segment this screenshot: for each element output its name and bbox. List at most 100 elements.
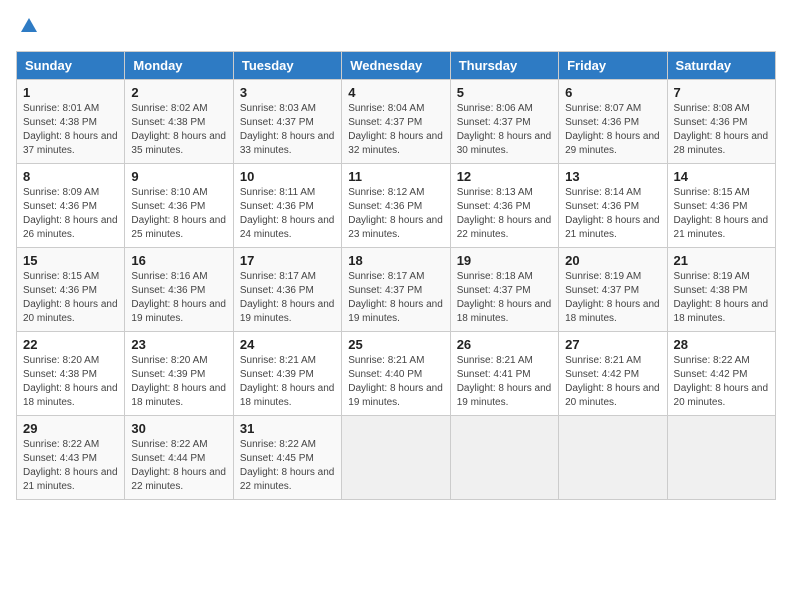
table-row: 31 Sunrise: 8:22 AM Sunset: 4:45 PM Dayli… [233,416,341,500]
table-row: 13 Sunrise: 8:14 AM Sunset: 4:36 PM Dayli… [559,164,667,248]
table-row [667,416,775,500]
table-row: 22 Sunrise: 8:20 AM Sunset: 4:38 PM Dayli… [17,332,125,416]
table-row: 29 Sunrise: 8:22 AM Sunset: 4:43 PM Dayli… [17,416,125,500]
table-row: 21Sunrise: 8:19 AM Sunset: 4:38 PM Dayli… [667,248,775,332]
day-info: Sunrise: 8:06 AM Sunset: 4:37 PM Dayligh… [457,102,552,158]
header-day-wednesday: Wednesday [342,52,450,80]
table-row: 23 Sunrise: 8:20 AM Sunset: 4:39 PM Dayli… [125,332,233,416]
day-info: Sunrise: 8:22 AM Sunset: 4:44 PM Dayligh… [131,438,226,494]
day-number: 19 [457,253,552,268]
day-info: Sunrise: 8:22 AM Sunset: 4:45 PM Dayligh… [240,438,335,494]
day-info: Sunrise: 8:15 AM Sunset: 4:36 PM Dayligh… [23,270,118,326]
table-row: 27 Sunrise: 8:21 AM Sunset: 4:42 PM Dayli… [559,332,667,416]
day-info: Sunrise: 8:20 AM Sunset: 4:39 PM Dayligh… [131,354,226,410]
day-number: 1 [23,85,118,100]
table-row: 18 Sunrise: 8:17 AM Sunset: 4:37 PM Dayli… [342,248,450,332]
day-info: Sunrise: 8:09 AM Sunset: 4:36 PM Dayligh… [23,186,118,242]
table-row: 16 Sunrise: 8:16 AM Sunset: 4:36 PM Dayli… [125,248,233,332]
day-number: 21 [674,253,769,268]
calendar-week-row: 15 Sunrise: 8:15 AM Sunset: 4:36 PM Dayli… [17,248,776,332]
calendar-week-row: 29 Sunrise: 8:22 AM Sunset: 4:43 PM Dayli… [17,416,776,500]
table-row [342,416,450,500]
day-number: 16 [131,253,226,268]
day-number: 27 [565,337,660,352]
day-number: 31 [240,421,335,436]
day-number: 3 [240,85,335,100]
table-row: 1 Sunrise: 8:01 AM Sunset: 4:38 PM Daylig… [17,80,125,164]
day-info: Sunrise: 8:17 AM Sunset: 4:37 PM Dayligh… [348,270,443,326]
day-number: 12 [457,169,552,184]
day-number: 20 [565,253,660,268]
day-info: Sunrise: 8:21 AM Sunset: 4:40 PM Dayligh… [348,354,443,410]
day-number: 7 [674,85,769,100]
day-number: 26 [457,337,552,352]
header-day-friday: Friday [559,52,667,80]
day-number: 4 [348,85,443,100]
day-info: Sunrise: 8:08 AM Sunset: 4:36 PM Dayligh… [674,102,769,158]
calendar-header-row: SundayMondayTuesdayWednesdayThursdayFrid… [17,52,776,80]
day-info: Sunrise: 8:22 AM Sunset: 4:43 PM Dayligh… [23,438,118,494]
day-info: Sunrise: 8:11 AM Sunset: 4:36 PM Dayligh… [240,186,335,242]
day-number: 10 [240,169,335,184]
day-number: 6 [565,85,660,100]
day-number: 18 [348,253,443,268]
calendar-body: 1 Sunrise: 8:01 AM Sunset: 4:38 PM Daylig… [17,80,776,500]
header-day-saturday: Saturday [667,52,775,80]
table-row: 9Sunrise: 8:10 AM Sunset: 4:36 PM Daylig… [125,164,233,248]
day-info: Sunrise: 8:15 AM Sunset: 4:36 PM Dayligh… [674,186,769,242]
header [16,16,776,41]
table-row: 30 Sunrise: 8:22 AM Sunset: 4:44 PM Dayli… [125,416,233,500]
day-info: Sunrise: 8:18 AM Sunset: 4:37 PM Dayligh… [457,270,552,326]
table-row: 2 Sunrise: 8:02 AM Sunset: 4:38 PM Daylig… [125,80,233,164]
day-number: 13 [565,169,660,184]
day-number: 14 [674,169,769,184]
table-row: 3 Sunrise: 8:03 AM Sunset: 4:37 PM Daylig… [233,80,341,164]
day-number: 30 [131,421,226,436]
table-row: 26 Sunrise: 8:21 AM Sunset: 4:41 PM Dayli… [450,332,558,416]
day-info: Sunrise: 8:21 AM Sunset: 4:39 PM Dayligh… [240,354,335,410]
table-row: 17 Sunrise: 8:17 AM Sunset: 4:36 PM Dayli… [233,248,341,332]
header-day-monday: Monday [125,52,233,80]
table-row [559,416,667,500]
day-info: Sunrise: 8:07 AM Sunset: 4:36 PM Dayligh… [565,102,660,158]
table-row: 10 Sunrise: 8:11 AM Sunset: 4:36 PM Dayli… [233,164,341,248]
day-number: 5 [457,85,552,100]
day-number: 22 [23,337,118,352]
table-row: 6 Sunrise: 8:07 AM Sunset: 4:36 PM Daylig… [559,80,667,164]
day-info: Sunrise: 8:19 AM Sunset: 4:37 PM Dayligh… [565,270,660,326]
day-info: Sunrise: 8:03 AM Sunset: 4:37 PM Dayligh… [240,102,335,158]
table-row [450,416,558,500]
day-info: Sunrise: 8:13 AM Sunset: 4:36 PM Dayligh… [457,186,552,242]
day-number: 17 [240,253,335,268]
table-row: 14 Sunrise: 8:15 AM Sunset: 4:36 PM Dayli… [667,164,775,248]
day-info: Sunrise: 8:16 AM Sunset: 4:36 PM Dayligh… [131,270,226,326]
day-number: 23 [131,337,226,352]
day-number: 15 [23,253,118,268]
day-info: Sunrise: 8:17 AM Sunset: 4:36 PM Dayligh… [240,270,335,326]
day-info: Sunrise: 8:10 AM Sunset: 4:36 PM Dayligh… [131,186,226,242]
day-info: Sunrise: 8:04 AM Sunset: 4:37 PM Dayligh… [348,102,443,158]
table-row: 20 Sunrise: 8:19 AM Sunset: 4:37 PM Dayli… [559,248,667,332]
day-info: Sunrise: 8:21 AM Sunset: 4:41 PM Dayligh… [457,354,552,410]
calendar-week-row: 1 Sunrise: 8:01 AM Sunset: 4:38 PM Daylig… [17,80,776,164]
header-day-thursday: Thursday [450,52,558,80]
day-info: Sunrise: 8:02 AM Sunset: 4:38 PM Dayligh… [131,102,226,158]
table-row: 28Sunrise: 8:22 AM Sunset: 4:42 PM Dayli… [667,332,775,416]
day-info: Sunrise: 8:01 AM Sunset: 4:38 PM Dayligh… [23,102,118,158]
table-row: 24Sunrise: 8:21 AM Sunset: 4:39 PM Dayli… [233,332,341,416]
day-number: 28 [674,337,769,352]
table-row: 8Sunrise: 8:09 AM Sunset: 4:36 PM Daylig… [17,164,125,248]
logo [16,16,39,41]
day-number: 29 [23,421,118,436]
table-row: 12 Sunrise: 8:13 AM Sunset: 4:36 PM Dayli… [450,164,558,248]
table-row: 4 Sunrise: 8:04 AM Sunset: 4:37 PM Daylig… [342,80,450,164]
table-row: 5 Sunrise: 8:06 AM Sunset: 4:37 PM Daylig… [450,80,558,164]
table-row: 15 Sunrise: 8:15 AM Sunset: 4:36 PM Dayli… [17,248,125,332]
day-info: Sunrise: 8:20 AM Sunset: 4:38 PM Dayligh… [23,354,118,410]
day-info: Sunrise: 8:12 AM Sunset: 4:36 PM Dayligh… [348,186,443,242]
day-info: Sunrise: 8:21 AM Sunset: 4:42 PM Dayligh… [565,354,660,410]
day-info: Sunrise: 8:14 AM Sunset: 4:36 PM Dayligh… [565,186,660,242]
header-day-sunday: Sunday [17,52,125,80]
day-number: 2 [131,85,226,100]
table-row: 25Sunrise: 8:21 AM Sunset: 4:40 PM Dayli… [342,332,450,416]
